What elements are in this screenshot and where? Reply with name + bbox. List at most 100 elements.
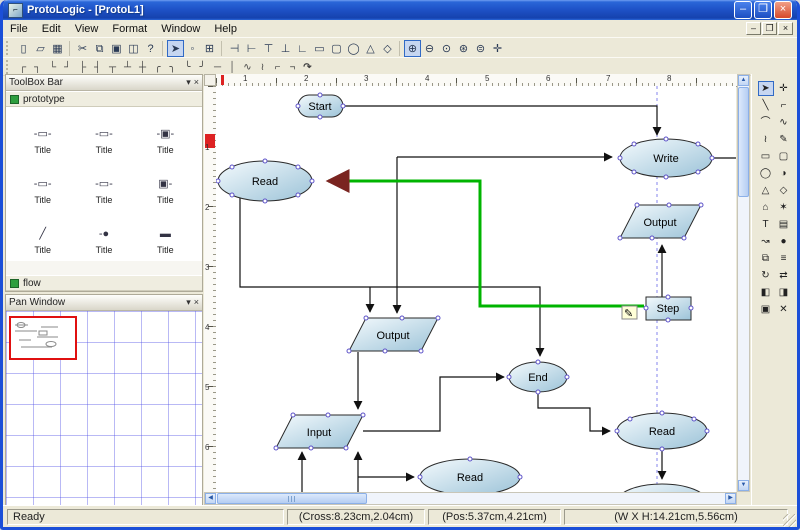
open-icon[interactable]: ▱ [32, 40, 49, 57]
triangle-shape-icon[interactable]: △ [362, 40, 379, 57]
conn-style-18-icon[interactable]: ⌐ [270, 60, 285, 74]
horizontal-scroll-thumb[interactable] [217, 493, 367, 504]
zoom-in-icon[interactable]: ⊕ [404, 40, 421, 57]
menu-item-help[interactable]: Help [207, 21, 244, 37]
conn-style-15-icon[interactable]: │ [225, 60, 240, 74]
toolbar-gripper[interactable] [6, 60, 12, 74]
menu-item-file[interactable]: File [3, 21, 35, 37]
grid-icon[interactable]: ⊞ [201, 40, 218, 57]
vertical-scroll-thumb[interactable] [738, 87, 749, 197]
text-tool-icon[interactable]: T [758, 217, 774, 232]
zoom-actual-icon[interactable]: ⊙ [438, 40, 455, 57]
triangle-tool-icon[interactable]: △ [758, 183, 774, 198]
pan-close-icon[interactable]: × [194, 297, 199, 308]
rect-tool-icon[interactable]: ▭ [758, 149, 774, 164]
scroll-down-icon[interactable]: ▼ [738, 480, 749, 491]
diamond-tool-icon[interactable]: ◇ [776, 183, 792, 198]
pan-viewport-rect[interactable] [9, 316, 77, 360]
pie-tool-icon[interactable]: ◑ [776, 166, 792, 181]
conn-style-5-icon[interactable]: ├ [75, 60, 90, 74]
zoom-fit-icon[interactable]: ⊛ [455, 40, 472, 57]
conn-style-9-icon[interactable]: ┼ [135, 60, 150, 74]
conn-style-12-icon[interactable]: ╰ [180, 60, 195, 74]
paste-icon[interactable]: ▣ [108, 40, 125, 57]
menu-item-format[interactable]: Format [105, 21, 154, 37]
conn-style-3-icon[interactable]: └ [45, 60, 60, 74]
pan-hand-icon[interactable]: ✛ [489, 40, 506, 57]
shape-step[interactable]: Step [646, 297, 691, 320]
image-tool-icon[interactable]: ▤ [776, 217, 792, 232]
connect-point-icon[interactable]: ◦ [184, 40, 201, 57]
cut-icon[interactable]: ✂ [74, 40, 91, 57]
pan-menu-icon[interactable]: ▾ [186, 297, 191, 308]
rotate-tool-icon[interactable]: ↻ [758, 268, 774, 283]
zoom-out-icon[interactable]: ⊖ [421, 40, 438, 57]
conn-style-11-icon[interactable]: ╮ [165, 60, 180, 74]
curve-tool-icon[interactable]: ∿ [776, 115, 792, 130]
ellipse-tool-icon[interactable]: ◯ [758, 166, 774, 181]
route-corner-icon[interactable]: ∟ [294, 40, 311, 57]
bring-front-icon[interactable]: ◧ [758, 285, 774, 300]
toolbar-gripper[interactable] [6, 41, 12, 55]
copy-icon[interactable]: ⧉ [91, 40, 108, 57]
proto-item-2[interactable]: -▭- Title [73, 111, 134, 155]
proto-item-6[interactable]: ▣- Title [135, 161, 196, 205]
toolbox-group-prototype[interactable]: prototype [6, 91, 202, 107]
help-icon[interactable]: ? [142, 40, 159, 57]
conn-style-13-icon[interactable]: ╯ [195, 60, 210, 74]
rounded-rect-shape-icon[interactable]: ▢ [328, 40, 345, 57]
horizontal-scrollbar[interactable]: ◀ ▶ [204, 492, 737, 505]
ellipse-shape-icon[interactable]: ◯ [345, 40, 362, 57]
pointer-icon[interactable]: ➤ [167, 40, 184, 57]
line-tool-icon[interactable]: ╲ [758, 98, 774, 113]
connector-tool-icon[interactable]: ↝ [758, 234, 774, 249]
proto-item-4[interactable]: -▭- Title [12, 161, 73, 205]
polygon-tool-icon[interactable]: ⌂ [758, 200, 774, 215]
rect-shape-icon[interactable]: ▭ [311, 40, 328, 57]
group-tool-icon[interactable]: ⧉ [758, 251, 774, 266]
conn-style-6-icon[interactable]: ┤ [90, 60, 105, 74]
conn-style-16-icon[interactable]: ∿ [240, 60, 255, 74]
pen-tool-icon[interactable]: ✎ [776, 132, 792, 147]
rounded-rect-tool-icon[interactable]: ▢ [776, 149, 792, 164]
conn-style-19-icon[interactable]: ¬ [285, 60, 300, 74]
connect-right-icon[interactable]: ⊢ [243, 40, 260, 57]
menu-item-window[interactable]: Window [154, 21, 207, 37]
proto-item-block[interactable]: ▬ Title [135, 211, 196, 255]
menu-item-edit[interactable]: Edit [35, 21, 68, 37]
proto-item-3[interactable]: -▣- Title [135, 111, 196, 155]
connect-bottom-icon[interactable]: ⊥ [277, 40, 294, 57]
flowchart-canvas[interactable]: Start Write Read Output Step [216, 86, 736, 492]
close-button[interactable]: × [774, 1, 792, 19]
new-icon[interactable]: ▯ [15, 40, 32, 57]
freehand-tool-icon[interactable]: ≀ [758, 132, 774, 147]
minimize-button[interactable]: – [734, 1, 752, 19]
polyline-tool-icon[interactable]: ⌐ [776, 98, 792, 113]
toolbox-close-icon[interactable]: × [194, 77, 199, 88]
conn-style-8-icon[interactable]: ┴ [120, 60, 135, 74]
mdi-close-button[interactable]: × [778, 22, 793, 35]
vertical-scrollbar[interactable]: ▲ ▼ [737, 74, 750, 492]
proto-item-junction[interactable]: -● Title [73, 211, 134, 255]
align-tool-icon[interactable]: ≡ [776, 251, 792, 266]
shape-end[interactable]: End [509, 362, 567, 392]
maximize-button[interactable]: ❐ [754, 1, 772, 19]
toolbox-header[interactable]: ToolBox Bar ▾ × [6, 75, 202, 91]
print-icon[interactable]: ◫ [125, 40, 142, 57]
shape-partial-ellipse[interactable] [617, 484, 707, 492]
conn-style-1-icon[interactable]: ┌ [15, 60, 30, 74]
send-back-icon[interactable]: ◨ [776, 285, 792, 300]
connect-top-icon[interactable]: ⊤ [260, 40, 277, 57]
shape-start[interactable]: Start [298, 95, 343, 117]
scroll-right-icon[interactable]: ▶ [725, 493, 736, 504]
menu-item-view[interactable]: View [68, 21, 106, 37]
shape-read-bottom[interactable]: Read [420, 459, 520, 492]
title-bar[interactable]: ⌐ ProtoLogic - [ProtoL1] – ❐ × [3, 0, 797, 20]
green-arrow-icon[interactable]: ↷ [300, 60, 315, 74]
proto-item-switch[interactable]: ╱ Title [12, 211, 73, 255]
save-icon[interactable]: ▦ [49, 40, 66, 57]
toolbox-group-flow[interactable]: flow [6, 275, 202, 291]
scroll-up-icon[interactable]: ▲ [738, 75, 749, 86]
conn-style-14-icon[interactable]: ─ [210, 60, 225, 74]
shape-output-center[interactable]: Output [349, 318, 438, 351]
